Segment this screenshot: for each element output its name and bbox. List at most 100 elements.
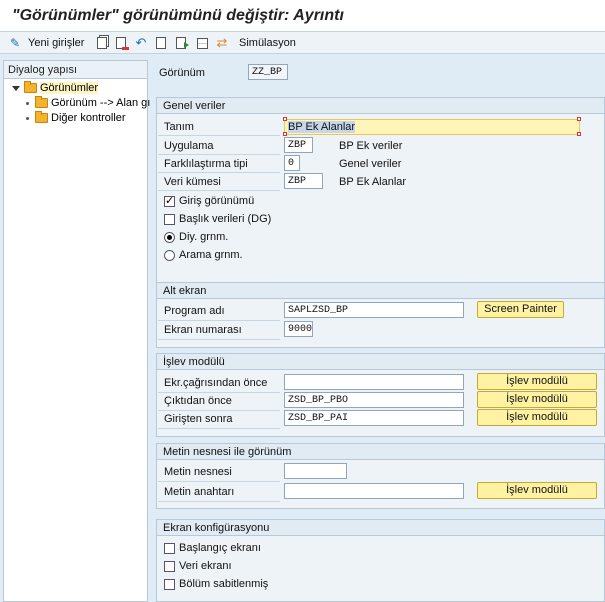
function-module-button-1[interactable]: İşlev modülü [477, 373, 597, 390]
tree-item-label: Görünümler [40, 82, 99, 94]
application-input[interactable]: ZBP [284, 137, 313, 153]
after-input-input[interactable]: ZSD_BP_PAI [284, 410, 464, 426]
entry-view-checkbox[interactable] [164, 194, 175, 207]
title-bar: "Görünümler" görünümünü değiştir: Ayrınt… [0, 0, 605, 32]
copy-button[interactable] [95, 35, 109, 51]
search-view-radio[interactable] [164, 250, 175, 261]
bullet-icon [26, 101, 29, 105]
dialog-view-radio[interactable] [164, 232, 175, 243]
resize-handle [283, 132, 287, 136]
main-content: Görünüm ZZ_BP Genel veriler Tanım BP Ek … [152, 60, 605, 602]
delete-button[interactable] [114, 35, 129, 51]
row-separator [158, 501, 280, 502]
after-input-label: Girişten sonra [164, 413, 233, 425]
tree-item-views[interactable]: Görünümler [12, 81, 99, 95]
header-data-label: Başlık verileri (DG) [179, 213, 272, 225]
differentiation-type-label: Farklılaştırma tipi [164, 158, 248, 170]
before-screen-call-input[interactable] [284, 374, 464, 390]
screen-configuration-group: Ekran konfigürasyonu Başlangıç ekranı Ve… [156, 519, 605, 602]
tree-item-label: Görünüm --> Alan gı [51, 97, 151, 109]
dataset-input[interactable]: ZBP [284, 173, 323, 189]
row-separator [158, 339, 280, 340]
new-entries-label: Yeni girişler [28, 37, 85, 49]
screen-painter-button[interactable]: Screen Painter [477, 301, 564, 318]
dialog-view-label: Diy. grnm. [179, 231, 229, 243]
folder-icon [35, 111, 48, 123]
text-object-title: Metin nesnesi ile görünüm [157, 444, 604, 460]
application-text: BP Ek veriler [339, 140, 403, 152]
before-output-input[interactable]: ZSD_BP_PBO [284, 392, 464, 408]
prev-entry-button[interactable] [154, 35, 168, 51]
resize-handle [577, 117, 581, 121]
subscreen-group: Alt ekran Program adı SAPLZSD_BP Screen … [156, 282, 605, 348]
expand-arrow-icon[interactable] [12, 85, 20, 91]
text-object-label: Metin nesnesi [164, 466, 232, 478]
section-fixed-checkbox[interactable] [164, 579, 175, 590]
function-module-button-4[interactable]: İşlev modülü [477, 482, 597, 499]
new-entries-button[interactable]: ✎ Yeni girişler [8, 35, 85, 51]
simulation-label: Simülasyon [239, 37, 296, 49]
description-label: Tanım [164, 121, 194, 133]
before-output-label: Çıktıdan önce [164, 395, 232, 407]
resize-handle [283, 117, 287, 121]
dataset-text: BP Ek Alanlar [339, 176, 407, 188]
function-module-title: İşlev modülü [157, 354, 604, 370]
simulation-icon-button[interactable]: ⇄ [215, 35, 229, 51]
simulation-icon: ⇄ [216, 35, 228, 50]
view-label: Görünüm [159, 67, 205, 79]
row-separator [158, 135, 280, 136]
program-name-label: Program adı [164, 305, 225, 317]
folder-icon [24, 81, 37, 93]
data-screen-label: Veri ekranı [179, 560, 232, 572]
row-separator [158, 392, 280, 393]
detail-icon [197, 37, 208, 49]
program-name-input[interactable]: SAPLZSD_BP [284, 302, 464, 318]
section-fixed-label: Bölüm sabitlenmiş [179, 578, 269, 590]
detail-button[interactable] [195, 35, 210, 51]
subscreen-title: Alt ekran [157, 283, 604, 299]
before-screen-call-label: Ekr.çağrısından önce [164, 377, 268, 389]
description-input[interactable]: BP Ek Alanlar [284, 119, 580, 135]
text-key-input[interactable] [284, 483, 464, 499]
function-module-button-2[interactable]: İşlev modülü [477, 391, 597, 408]
differentiation-type-text: Genel veriler [339, 158, 402, 170]
view-field: ZZ_BP [248, 64, 288, 80]
delete-icon [116, 37, 129, 50]
text-object-input[interactable] [284, 463, 347, 479]
function-module-button-3[interactable]: İşlev modülü [477, 409, 597, 426]
start-screen-label: Başlangıç ekranı [179, 542, 261, 554]
undo-icon: ↶ [135, 35, 147, 50]
next-icon [176, 37, 189, 49]
function-module-group: İşlev modülü Ekr.çağrısından önce İşlev … [156, 353, 605, 437]
simulation-button[interactable]: Simülasyon [239, 35, 296, 51]
application-toolbar: ✎ Yeni girişler ↶ ⇄ Simülasyon [0, 32, 605, 54]
row-separator [158, 320, 280, 321]
row-separator [158, 190, 280, 191]
entry-view-label: Giriş görünümü [179, 195, 255, 207]
description-value: BP Ek Alanlar [288, 121, 356, 133]
tree-item-view-fields[interactable]: Görünüm --> Alan gı [26, 96, 150, 110]
differentiation-type-input[interactable]: 0 [284, 155, 300, 171]
dialog-structure-header: Diyalog yapısı [4, 61, 147, 79]
screen-number-label: Ekran numarası [164, 324, 242, 336]
text-key-label: Metin anahtarı [164, 486, 235, 498]
folder-icon [35, 96, 48, 108]
tree-item-other-controls[interactable]: Diğer kontroller [26, 111, 126, 125]
general-data-title: Genel veriler [157, 98, 604, 114]
undo-button[interactable]: ↶ [134, 35, 148, 51]
dataset-label: Veri kümesi [164, 176, 221, 188]
screen-number-input[interactable]: 9000 [284, 321, 313, 337]
screen-configuration-title: Ekran konfigürasyonu [157, 520, 604, 536]
start-screen-checkbox[interactable] [164, 543, 175, 554]
row-separator [158, 410, 280, 411]
dialog-structure-panel: Diyalog yapısı Görünümler Görünüm --> Al… [3, 60, 150, 602]
copy-icon [97, 37, 107, 49]
data-screen-checkbox[interactable] [164, 561, 175, 572]
bullet-icon [26, 116, 29, 120]
header-data-checkbox[interactable] [164, 214, 175, 225]
row-separator [158, 481, 280, 482]
application-label: Uygulama [164, 140, 214, 152]
prev-icon [156, 37, 166, 49]
glasses-icon: ✎ [9, 36, 21, 50]
next-entry-button[interactable] [174, 35, 189, 51]
